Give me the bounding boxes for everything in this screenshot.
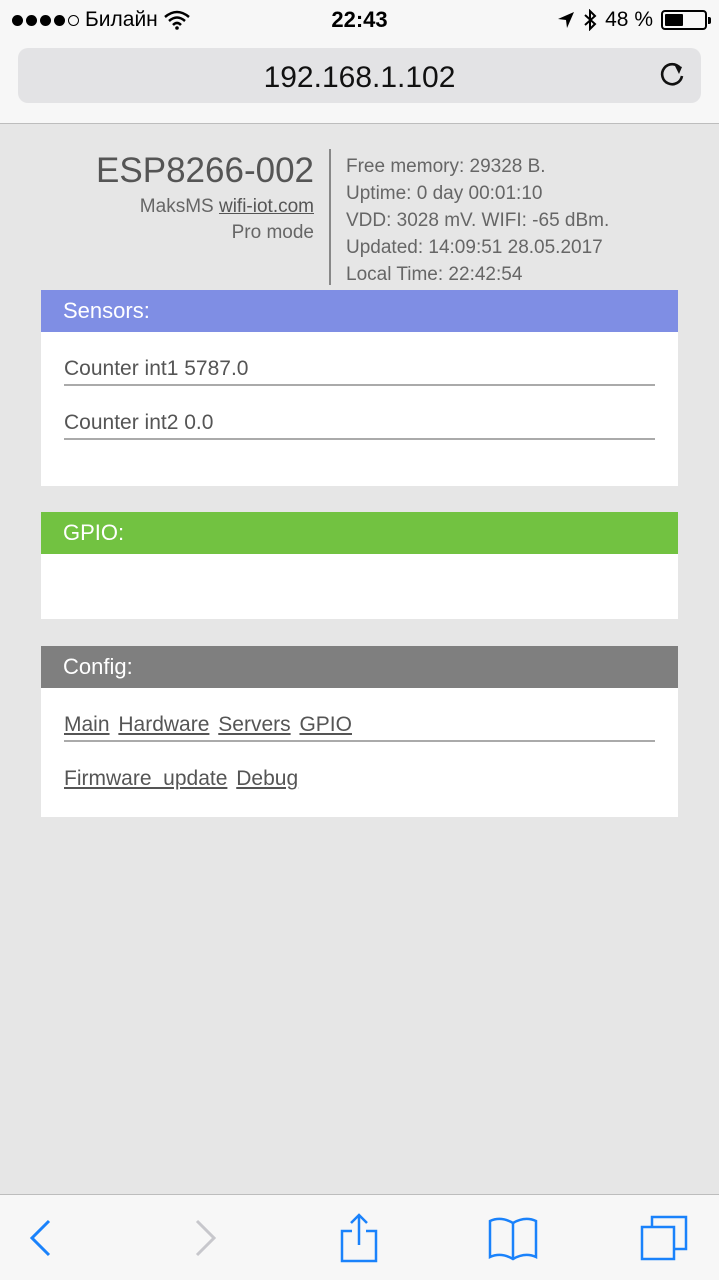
author-line: MaksMS wifi-iot.com	[140, 196, 314, 218]
forward-icon[interactable]	[178, 1213, 228, 1263]
config-panel: Config: Main Hardware Servers GPIO Firmw…	[41, 646, 678, 817]
browser-top-bar: 192.168.1.102	[0, 40, 719, 124]
config-body: Main Hardware Servers GPIO Firmware_upda…	[41, 688, 678, 796]
device-info: Free memory: 29328 B. Uptime: 0 day 00:0…	[346, 153, 609, 288]
site-link[interactable]: wifi-iot.com	[219, 196, 314, 217]
hardware-link[interactable]: Hardware	[118, 713, 209, 736]
config-header: Config:	[41, 646, 678, 688]
bookmarks-icon[interactable]	[488, 1213, 538, 1263]
battery-percent: 48 %	[605, 8, 653, 31]
sensors-panel: Sensors: Counter int1 5787.0 Counter int…	[41, 290, 678, 486]
updated: Updated: 14:09:51 28.05.2017	[346, 237, 603, 258]
servers-link[interactable]: Servers	[218, 713, 290, 736]
author-name: MaksMS	[139, 196, 214, 217]
gpio-panel: GPIO:	[41, 512, 678, 619]
back-icon[interactable]	[18, 1213, 68, 1263]
main-link[interactable]: Main	[64, 713, 110, 736]
mode-label: Pro mode	[231, 222, 314, 243]
free-memory: Free memory: 29328 B.	[346, 156, 546, 177]
device-name: ESP8266-002	[96, 151, 314, 190]
url-field[interactable]: 192.168.1.102	[18, 48, 701, 103]
status-right-group: 48 %	[557, 8, 711, 32]
share-icon[interactable]	[334, 1213, 384, 1263]
battery-level	[665, 14, 684, 26]
reload-icon[interactable]	[657, 60, 687, 90]
gpio-header: GPIO:	[41, 512, 678, 554]
bluetooth-icon	[584, 9, 597, 31]
gpio-link[interactable]: GPIO	[299, 713, 352, 736]
firmware-update-link[interactable]: Firmware_update	[64, 767, 227, 790]
sensor-row: Counter int2 0.0	[64, 386, 655, 440]
config-links-row: Firmware_update Debug	[64, 742, 655, 796]
status-bar: Билайн 22:43 48 %	[0, 0, 719, 40]
sensors-body: Counter int1 5787.0 Counter int2 0.0	[41, 332, 678, 440]
vdd-wifi: VDD: 3028 mV. WIFI: -65 dBm.	[346, 210, 610, 231]
local-time: Local Time: 22:42:54	[346, 264, 523, 285]
location-arrow-icon	[558, 12, 575, 28]
browser-toolbar	[0, 1194, 719, 1280]
config-links-row: Main Hardware Servers GPIO	[64, 688, 655, 742]
url-text[interactable]: 192.168.1.102	[18, 61, 701, 95]
header-divider	[329, 149, 331, 285]
tabs-icon[interactable]	[640, 1213, 690, 1263]
debug-link[interactable]: Debug	[236, 767, 298, 790]
uptime: Uptime: 0 day 00:01:10	[346, 183, 543, 204]
sensor-row: Counter int1 5787.0	[64, 332, 655, 386]
sensors-header: Sensors:	[41, 290, 678, 332]
battery-icon	[661, 10, 711, 30]
device-header: ESP8266-002 MaksMS wifi-iot.com Pro mode…	[0, 124, 719, 290]
